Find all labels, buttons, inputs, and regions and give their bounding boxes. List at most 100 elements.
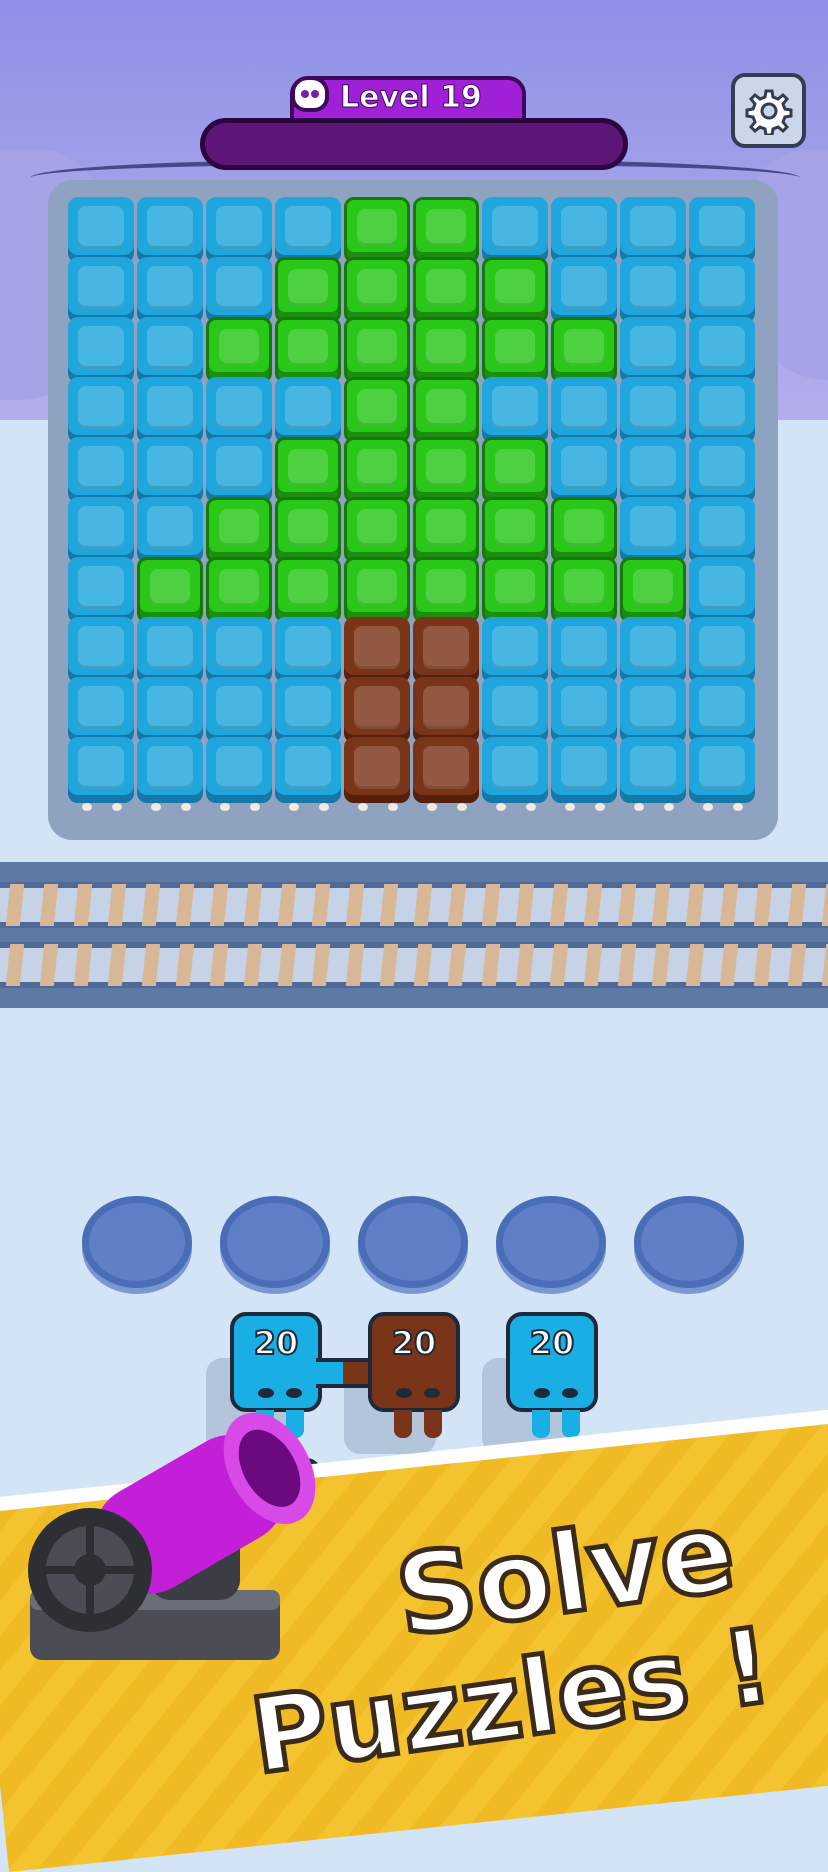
- board-block: [413, 677, 479, 743]
- board-block: [344, 377, 410, 443]
- board-block: [413, 737, 479, 803]
- board-block: [620, 497, 686, 563]
- board-block: [689, 497, 755, 563]
- board-block: [551, 497, 617, 563]
- board-block: [620, 197, 686, 263]
- board-block: [68, 437, 134, 503]
- board-block: [275, 377, 341, 443]
- board-block: [137, 257, 203, 323]
- board-block: [137, 737, 203, 803]
- board-block: [551, 617, 617, 683]
- board-block: [620, 377, 686, 443]
- board-block: [137, 437, 203, 503]
- board-block: [482, 437, 548, 503]
- board-block: [275, 257, 341, 323]
- board-foot: [388, 803, 398, 811]
- pixel-board: [68, 197, 760, 805]
- board-block: [551, 437, 617, 503]
- board-block: [620, 617, 686, 683]
- conveyor-tracks: [0, 862, 828, 1008]
- waiting-slot-4[interactable]: [496, 1196, 606, 1288]
- level-label: Level 19: [340, 80, 483, 116]
- board-block: [275, 197, 341, 263]
- shooter-leg: [532, 1410, 550, 1438]
- board-block: [206, 197, 272, 263]
- board-block: [68, 317, 134, 383]
- board-block: [551, 197, 617, 263]
- board-block: [275, 317, 341, 383]
- board-block: [620, 317, 686, 383]
- cannon-icon: [28, 1412, 316, 1660]
- board-block: [551, 737, 617, 803]
- board-foot: [457, 803, 467, 811]
- board-foot: [565, 803, 575, 811]
- board-block: [413, 557, 479, 623]
- board-block: [689, 617, 755, 683]
- board-block: [620, 737, 686, 803]
- waiting-slot-3[interactable]: [358, 1196, 468, 1288]
- board-block: [689, 377, 755, 443]
- settings-button[interactable]: [731, 73, 806, 148]
- board-block: [68, 377, 134, 443]
- board-block: [275, 617, 341, 683]
- waiting-slot-2[interactable]: [220, 1196, 330, 1288]
- board-block: [482, 677, 548, 743]
- board-block: [206, 497, 272, 563]
- board-foot: [634, 803, 644, 811]
- board-block: [275, 737, 341, 803]
- shooter-front-1[interactable]: 20: [230, 1312, 322, 1412]
- board-foot: [427, 803, 437, 811]
- board-block: [68, 497, 134, 563]
- board-block: [137, 377, 203, 443]
- board-block: [344, 737, 410, 803]
- board-block: [620, 557, 686, 623]
- board-block: [275, 437, 341, 503]
- board-block: [137, 617, 203, 683]
- waiting-slot-5[interactable]: [634, 1196, 744, 1288]
- board-block: [482, 737, 548, 803]
- shooter-leg: [424, 1410, 442, 1438]
- board-block: [689, 197, 755, 263]
- board-foot: [82, 803, 92, 811]
- board-foot: [664, 803, 674, 811]
- board-block: [689, 677, 755, 743]
- board-block: [482, 197, 548, 263]
- board-block: [344, 557, 410, 623]
- board-foot: [220, 803, 230, 811]
- board-foot: [526, 803, 536, 811]
- board-foot: [319, 803, 329, 811]
- board-block: [551, 677, 617, 743]
- board-block: [620, 437, 686, 503]
- shooter-leg: [394, 1410, 412, 1438]
- shooter-front-2[interactable]: 20: [368, 1312, 460, 1412]
- board-block: [137, 497, 203, 563]
- board-block: [413, 437, 479, 503]
- board-block: [206, 377, 272, 443]
- board-foot: [496, 803, 506, 811]
- board-block: [68, 257, 134, 323]
- shooter-leg: [562, 1410, 580, 1438]
- board-block: [344, 197, 410, 263]
- board-foot: [151, 803, 161, 811]
- board-block: [551, 557, 617, 623]
- waiting-slot-1[interactable]: [82, 1196, 192, 1288]
- board-foot: [289, 803, 299, 811]
- level-progress-bar: [200, 118, 628, 170]
- board-foot: [733, 803, 743, 811]
- board-block: [344, 317, 410, 383]
- board-block: [413, 377, 479, 443]
- board-block: [482, 617, 548, 683]
- gear-icon: [745, 89, 792, 135]
- board-block: [413, 617, 479, 683]
- board-foot: [703, 803, 713, 811]
- board-block: [206, 257, 272, 323]
- board-foot: [595, 803, 605, 811]
- shooter-front-3[interactable]: 20: [506, 1312, 598, 1412]
- board-foot: [112, 803, 122, 811]
- board-block: [620, 677, 686, 743]
- board-block: [551, 317, 617, 383]
- board-block: [689, 737, 755, 803]
- board-block: [275, 677, 341, 743]
- board-foot: [250, 803, 260, 811]
- board-block: [689, 317, 755, 383]
